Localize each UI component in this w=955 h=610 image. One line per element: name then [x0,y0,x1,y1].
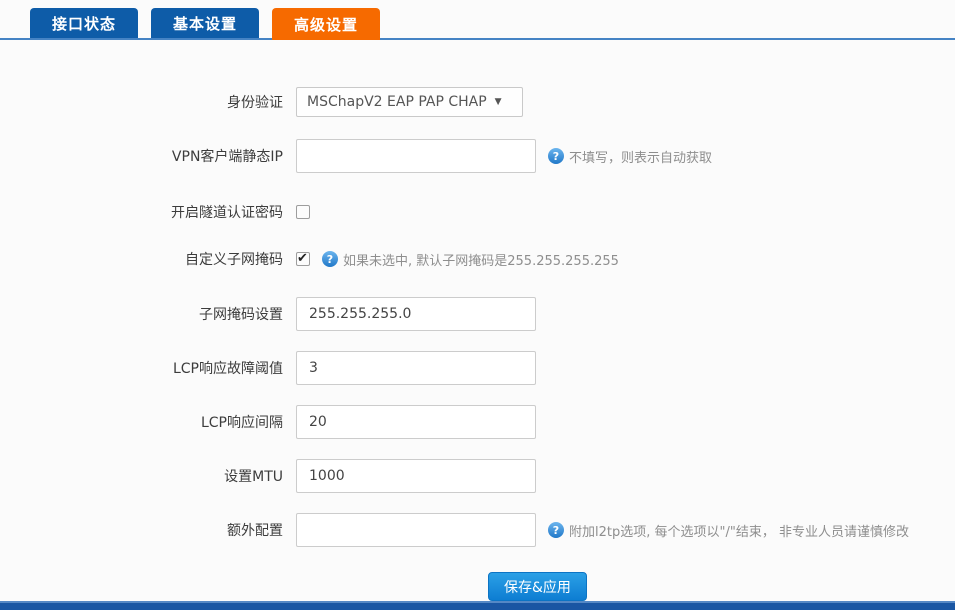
custom-subnet-mask-hint-text: 如果未选中, 默认子网掩码是255.255.255.255 [343,250,619,269]
tab-basic-settings[interactable]: 基本设置 [151,8,259,38]
mtu-input[interactable] [296,459,536,493]
vpn-static-ip-label: VPN客户端静态IP [0,146,283,166]
custom-subnet-mask-label: 自定义子网掩码 [0,249,283,269]
tunnel-auth-checkbox[interactable] [296,205,310,219]
custom-subnet-mask-hint: ? 如果未选中, 默认子网掩码是255.255.255.255 [322,250,619,269]
extra-config-input[interactable] [296,513,536,547]
footer-bar [0,601,955,610]
lcp-failure-threshold-label: LCP响应故障阈值 [0,358,283,378]
tabbar: 接口状态 基本设置 高级设置 [30,8,380,40]
vpn-static-ip-hint-text: 不填写，则表示自动获取 [569,147,712,166]
vpn-static-ip-input[interactable] [296,139,536,173]
form-row-vpn-static-ip: VPN客户端静态IP ? 不填写，则表示自动获取 [0,139,955,173]
extra-config-hint: ? 附加l2tp选项, 每个选项以"/"结束， 非专业人员请谨慎修改 [548,521,909,540]
tab-interface-status[interactable]: 接口状态 [30,8,138,38]
lcp-failure-threshold-input[interactable] [296,351,536,385]
auth-select-value: MSChapV2 EAP PAP CHAP [307,94,487,110]
advanced-settings-form: 身份验证 MSChapV2 EAP PAP CHAP ▼ VPN客户端静态IP … [0,40,955,601]
tunnel-auth-label: 开启隧道认证密码 [0,202,283,222]
auth-select[interactable]: MSChapV2 EAP PAP CHAP ▼ [296,87,523,117]
form-row-auth: 身份验证 MSChapV2 EAP PAP CHAP ▼ [0,87,955,117]
form-row-custom-subnet-mask: 自定义子网掩码 ? 如果未选中, 默认子网掩码是255.255.255.255 [0,249,955,269]
subnet-mask-label: 子网掩码设置 [0,304,283,324]
help-icon: ? [548,148,564,164]
save-apply-button[interactable]: 保存&应用 [488,572,587,601]
lcp-interval-label: LCP响应间隔 [0,412,283,432]
mtu-label: 设置MTU [0,466,283,486]
page: 接口状态 基本设置 高级设置 身份验证 MSChapV2 EAP PAP CHA… [0,0,955,610]
auth-label: 身份验证 [0,92,283,112]
form-row-tunnel-auth: 开启隧道认证密码 [0,202,955,222]
form-row-lcp-interval: LCP响应间隔 [0,405,955,439]
form-row-mtu: 设置MTU [0,459,955,493]
tab-advanced-settings[interactable]: 高级设置 [272,8,380,40]
help-icon: ? [322,251,338,267]
button-row: 保存&应用 [0,572,955,601]
vpn-static-ip-hint: ? 不填写，则表示自动获取 [548,147,712,166]
form-row-lcp-failure-threshold: LCP响应故障阈值 [0,351,955,385]
subnet-mask-input[interactable] [296,297,536,331]
custom-subnet-mask-checkbox[interactable] [296,252,310,266]
extra-config-label: 额外配置 [0,520,283,540]
form-row-subnet-mask: 子网掩码设置 [0,297,955,331]
help-icon: ? [548,522,564,538]
extra-config-hint-text: 附加l2tp选项, 每个选项以"/"结束， 非专业人员请谨慎修改 [569,521,909,540]
caret-down-icon: ▼ [495,97,502,107]
lcp-interval-input[interactable] [296,405,536,439]
form-row-extra-config: 额外配置 ? 附加l2tp选项, 每个选项以"/"结束， 非专业人员请谨慎修改 [0,513,955,547]
